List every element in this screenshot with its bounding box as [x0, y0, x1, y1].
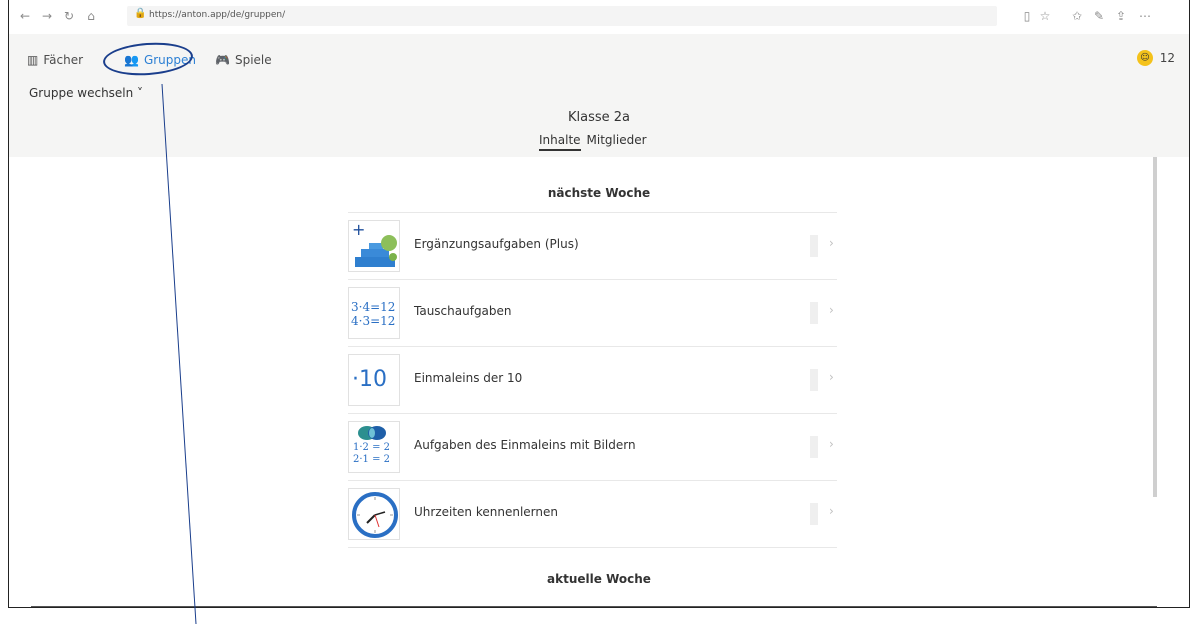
- annotation-line: [161, 83, 197, 624]
